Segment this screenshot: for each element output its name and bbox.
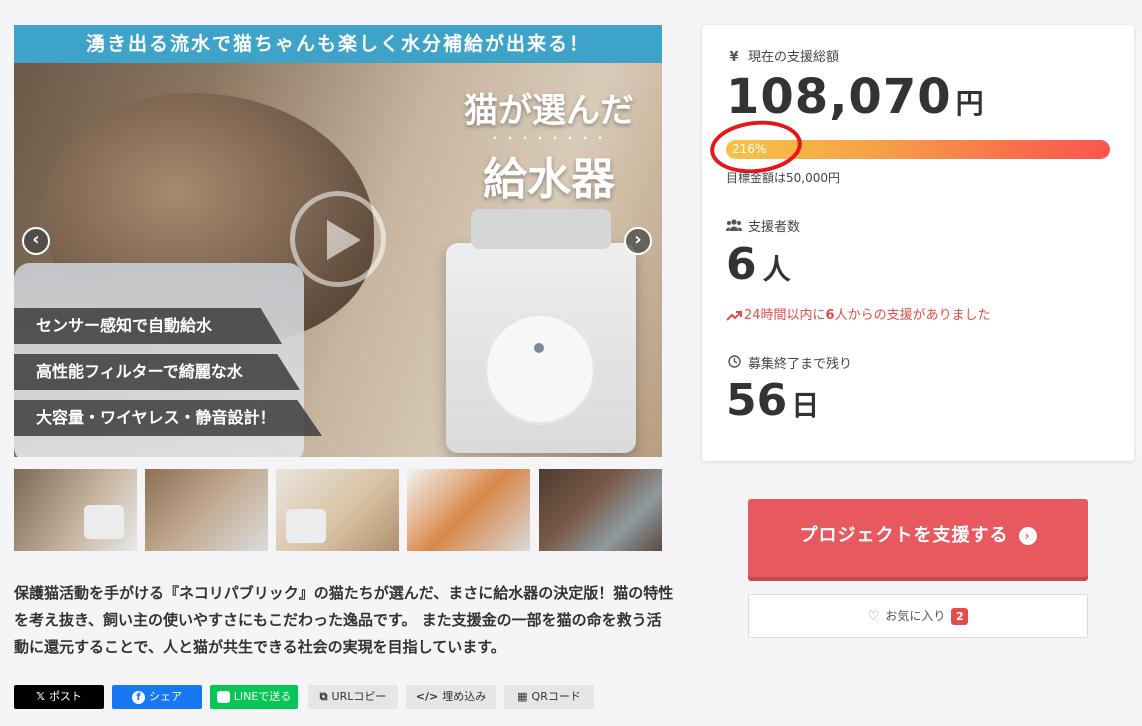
hero-title-line1: 猫が選んだ (464, 91, 634, 131)
device-indicator (534, 343, 544, 353)
share-x-button[interactable]: 𝕏 ポスト (14, 685, 104, 709)
thumbnail-device-image (286, 509, 326, 543)
support-project-label: プロジェクトを支援する (799, 525, 1009, 546)
favorite-label: お気に入り (885, 609, 946, 623)
backers-count: 6人 (726, 239, 791, 290)
share-line-button[interactable]: LINEで送る (210, 685, 298, 709)
yen-icon: ¥ (729, 50, 739, 65)
thumbnail-3[interactable] (276, 469, 399, 551)
feature-label-filter: 高性能フィルターで綺麗な水 (14, 354, 300, 390)
thumbnail-2[interactable] (145, 469, 268, 551)
device-top (471, 209, 611, 249)
play-icon (327, 220, 361, 260)
trend-suffix: 人からの支援がありました (834, 308, 991, 323)
heart-icon: ♡ (867, 609, 880, 624)
funding-stats-card: ¥ 現在の支援総額 108,070 円 216% 目標金額は50,000円 支援者数… (702, 25, 1134, 461)
device-dial (484, 313, 596, 425)
qr-code-icon: ▦ (517, 690, 528, 703)
carousel-next-button[interactable]: › (624, 227, 652, 255)
clock-icon (726, 355, 742, 372)
qr-code-label: QRコード (531, 690, 581, 703)
embed-label: 埋め込み (442, 690, 487, 703)
project-description: 保護猫活動を手がける『ネコリパブリック』の猫たちが選んだ、まさに給水器の決定版！… (14, 584, 674, 656)
trend-count: 6 (825, 308, 835, 323)
water-fountain-device (446, 209, 636, 453)
backers-value: 6 (726, 239, 757, 290)
total-funding-amount: 108,070 円 (726, 69, 985, 125)
share-line-label: LINEで送る (233, 690, 292, 703)
facebook-icon: f (132, 690, 145, 704)
hero-title-line2: 給水器 (483, 154, 615, 205)
copy-url-button[interactable]: ⧉ URLコピー (308, 685, 398, 709)
recent-support-notice: 24時間以内に6人からの支援がありました (726, 304, 991, 323)
code-icon: </> (415, 690, 439, 703)
copy-url-label: URLコピー (331, 690, 387, 703)
carousel-prev-button[interactable]: ‹ (22, 227, 50, 255)
backers-label-text: 支援者数 (748, 220, 801, 235)
support-project-button[interactable]: プロジェクトを支援する › (748, 499, 1088, 577)
backers-unit: 人 (762, 253, 791, 286)
x-logo-icon: 𝕏 (36, 690, 45, 703)
video-play-button[interactable] (290, 191, 386, 287)
copy-icon: ⧉ (319, 690, 328, 703)
thumbnail-1[interactable] (14, 469, 137, 551)
favorite-button[interactable]: ♡ お気に入り 2 (748, 594, 1088, 638)
total-funding-label: ¥ 現在の支援総額 (726, 46, 839, 65)
users-icon (725, 219, 743, 235)
thumbnail-device-image (84, 505, 124, 539)
thumbnail-4[interactable] (407, 469, 530, 551)
feature-label-sensor: センサー感知で自動給水 (14, 308, 282, 344)
embed-button[interactable]: </> 埋め込み (406, 685, 496, 709)
share-facebook-button[interactable]: f シェア (112, 685, 202, 709)
remaining-days: 56 日 (726, 375, 819, 426)
total-funding-value: 108,070 (726, 69, 952, 125)
thumbnail-strip (14, 469, 662, 551)
thumbnail-5[interactable] (539, 469, 662, 551)
goal-amount: 目標金額は50,000円 (726, 171, 840, 185)
qr-code-button[interactable]: ▦ QRコード (504, 685, 594, 709)
hero-banner-text: 湧き出る流水で猫ちゃんも楽しく水分補給が出来る！ (14, 25, 662, 63)
remaining-days-unit: 日 (791, 389, 820, 422)
favorite-count-badge: 2 (951, 608, 969, 625)
trend-prefix: 24時間以内に (744, 308, 826, 323)
share-x-label: ポスト (48, 690, 82, 703)
backers-label: 支援者数 (725, 216, 801, 235)
trending-up-icon (726, 310, 742, 321)
share-facebook-label: シェア (149, 690, 182, 703)
main-project-image[interactable]: 湧き出る流水で猫ちゃんも楽しく水分補給が出来る！ 猫が選んだ ・・・・・・・・ … (14, 25, 662, 457)
total-funding-unit: 円 (955, 87, 985, 120)
remaining-label: 募集終了まで残り (726, 353, 852, 372)
arrow-right-circle-icon: › (1018, 527, 1037, 545)
total-funding-label-text: 現在の支援総額 (748, 50, 840, 65)
line-icon (216, 691, 230, 703)
remaining-days-value: 56 (726, 375, 788, 426)
remaining-label-text: 募集終了まで残り (748, 357, 853, 372)
feature-label-capacity: 大容量・ワイヤレス・静音設計！ (14, 400, 322, 436)
